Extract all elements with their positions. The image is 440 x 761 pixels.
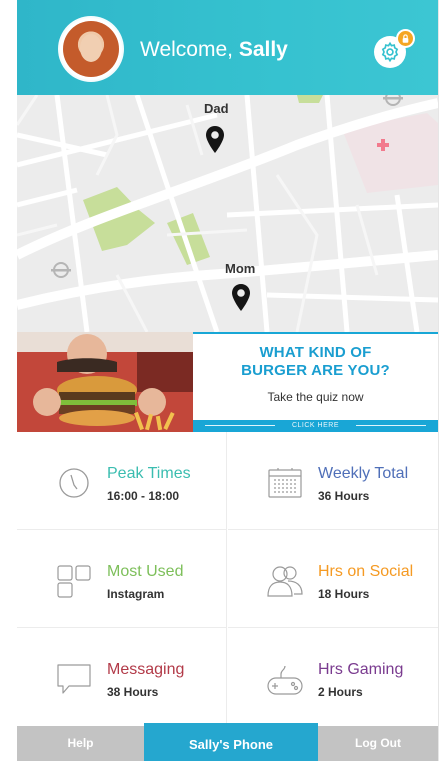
lock-icon [402, 34, 409, 43]
clock-icon [55, 466, 93, 500]
location-pin-icon[interactable] [230, 283, 252, 313]
stat-value: 36 Hours [318, 489, 370, 503]
stat-value: 38 Hours [107, 685, 159, 699]
stat-peak-times[interactable]: Peak Times 16:00 - 18:00 [17, 432, 227, 530]
burger-illustration [17, 332, 193, 432]
stat-most-used[interactable]: Most Used Instagram [17, 530, 227, 628]
stat-value: Instagram [107, 587, 165, 601]
apps-grid-icon [55, 564, 93, 598]
pin-label-mom: Mom [225, 261, 256, 276]
avatar-face [80, 34, 102, 62]
stat-value: 2 Hours [318, 685, 363, 699]
stats-grid: Peak Times 16:00 - 18:00 Weekly Total 36… [17, 432, 438, 726]
stat-messaging[interactable]: Messaging 38 Hours [17, 628, 227, 726]
stat-weekly-total[interactable]: Weekly Total 36 Hours [228, 432, 438, 530]
users-icon [266, 564, 304, 598]
stat-hrs-gaming[interactable]: Hrs Gaming 2 Hours [228, 628, 438, 726]
location-map[interactable]: Dad Mom [17, 95, 438, 332]
user-name: Sally [238, 38, 288, 61]
logout-button[interactable]: Log Out [318, 726, 438, 761]
gamepad-icon [266, 662, 304, 696]
stat-title: Peak Times [107, 465, 191, 482]
quiz-text-area: WHAT KIND OF BURGER ARE YOU? Take the qu… [193, 332, 438, 432]
quiz-subtitle: Take the quiz now [267, 390, 364, 404]
avatar[interactable] [60, 18, 122, 80]
stat-value: 16:00 - 18:00 [107, 489, 180, 503]
lock-badge [398, 31, 413, 46]
quiz-banner[interactable]: WHAT KIND OF BURGER ARE YOU? Take the qu… [17, 332, 438, 432]
help-button[interactable]: Help [17, 726, 144, 761]
click-here-button[interactable]: CLICK HERE [193, 420, 438, 432]
app-screen: Welcome, Sally Dad Mom WHAT KIND OF BURG… [17, 0, 439, 761]
map-streets [17, 95, 438, 332]
welcome-prefix: Welcome, [140, 38, 233, 61]
burger-photo [17, 332, 193, 432]
stat-hrs-on-social[interactable]: Hrs on Social 18 Hours [228, 530, 438, 628]
phone-tab[interactable]: Sally's Phone [144, 723, 318, 761]
location-pin-icon[interactable] [204, 125, 226, 155]
stat-title: Hrs Gaming [318, 661, 404, 678]
stat-value: 18 Hours [318, 587, 370, 601]
stat-title: Most Used [107, 563, 184, 580]
header-bar: Welcome, Sally [17, 0, 438, 95]
pin-label-dad: Dad [204, 101, 229, 116]
stat-title: Messaging [107, 661, 185, 678]
stat-title: Weekly Total [318, 465, 409, 482]
calendar-icon [266, 466, 304, 500]
chat-bubble-icon [55, 662, 93, 696]
stat-title: Hrs on Social [318, 563, 414, 580]
welcome-text: Welcome, Sally [140, 38, 288, 62]
quiz-title: WHAT KIND OF BURGER ARE YOU? [241, 344, 390, 379]
